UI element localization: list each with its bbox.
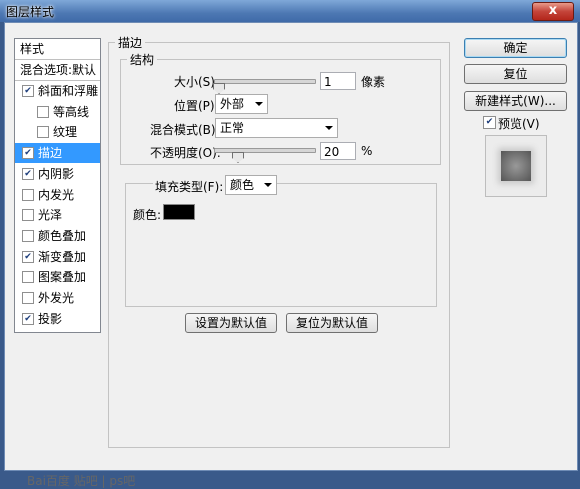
style-item-label: 斜面和浮雕 — [38, 84, 99, 98]
close-button[interactable]: x — [532, 2, 574, 21]
style-item[interactable]: 图案叠加 — [15, 267, 100, 287]
style-item-checkbox[interactable] — [22, 188, 34, 201]
ok-button[interactable]: 确定 — [464, 38, 567, 58]
style-item-label: 投影 — [38, 311, 63, 326]
size-label: 大小(S): — [174, 75, 220, 89]
watermark: Bai百度 贴吧 | ps吧 — [27, 474, 136, 488]
size-unit: 像素 — [361, 75, 386, 89]
chevron-down-icon — [325, 126, 333, 130]
style-item-checkbox[interactable]: ✔ — [22, 312, 34, 325]
style-item[interactable]: 外发光 — [15, 288, 100, 308]
style-item[interactable]: 纹理 — [15, 122, 100, 142]
style-item-label: 渐变叠加 — [38, 249, 87, 264]
style-item[interactable]: ✔ 斜面和浮雕 — [15, 81, 100, 101]
chevron-down-icon — [264, 183, 272, 187]
title-bar: 图层样式 x — [0, 0, 580, 22]
style-item-label: 图案叠加 — [38, 270, 87, 285]
style-item[interactable]: 等高线 — [15, 102, 100, 122]
chevron-down-icon — [255, 102, 263, 106]
style-item-checkbox[interactable] — [22, 271, 34, 284]
size-slider[interactable] — [214, 79, 316, 84]
style-item[interactable]: ✔ 内阴影 — [15, 164, 100, 184]
style-item-checkbox[interactable] — [37, 126, 49, 139]
style-item-label: 光泽 — [38, 208, 63, 223]
style-item-checkbox[interactable]: ✔ — [22, 147, 34, 160]
preview-label: 预览(V) — [498, 117, 540, 131]
reset-button[interactable]: 复位 — [464, 64, 567, 84]
position-select[interactable]: 外部 — [215, 94, 268, 114]
style-item-checkbox[interactable] — [37, 105, 49, 118]
fill-type-group — [125, 183, 437, 307]
fill-type-select[interactable]: 颜色 — [225, 175, 277, 195]
style-item-checkbox[interactable] — [22, 292, 34, 304]
style-item-checkbox[interactable]: ✔ — [22, 167, 34, 180]
style-item[interactable]: 内发光 — [15, 185, 100, 205]
opacity-input[interactable]: 20 — [320, 142, 356, 160]
opacity-label: 不透明度(O): — [150, 146, 221, 160]
style-item-checkbox[interactable] — [22, 229, 34, 242]
stroke-group-title: 描边 — [115, 34, 146, 51]
styles-list: 样式 混合选项:默认 ✔ 斜面和浮雕等高线纹理 ✔ 描边 ✔ 内阴影内发光光泽颜色叠加 ✔ 渐… — [14, 38, 101, 333]
set-default-button[interactable]: 设置为默认值 — [185, 313, 277, 333]
opacity-unit: % — [361, 144, 373, 158]
style-item-label: 内发光 — [38, 187, 75, 202]
new-style-button[interactable]: 新建样式(W)... — [464, 91, 567, 111]
style-item-checkbox[interactable]: ✔ — [22, 250, 34, 263]
style-item[interactable]: 光泽 — [15, 205, 100, 225]
opacity-slider[interactable] — [214, 148, 316, 153]
style-item-checkbox[interactable] — [22, 209, 34, 222]
style-item[interactable]: 颜色叠加 — [15, 226, 100, 246]
stroke-color-swatch[interactable] — [163, 204, 195, 220]
style-item-label: 外发光 — [38, 291, 75, 305]
style-item-label: 颜色叠加 — [38, 228, 87, 243]
blend-mode-label: 混合模式(B): — [150, 123, 220, 137]
style-preview — [485, 135, 547, 197]
style-item-label: 纹理 — [53, 125, 78, 140]
reset-default-button[interactable]: 复位为默认值 — [286, 313, 378, 333]
blend-mode-select[interactable]: 正常 — [215, 118, 338, 138]
preview-swatch — [501, 151, 531, 181]
style-item[interactable]: ✔ 渐变叠加 — [15, 247, 100, 267]
blend-options-item[interactable]: 混合选项:默认 — [15, 60, 100, 81]
style-item-label: 等高线 — [53, 104, 90, 119]
style-item[interactable]: ✔ 描边 — [15, 143, 100, 164]
preview-checkbox[interactable]: ✔ — [483, 116, 496, 129]
style-item-checkbox[interactable]: ✔ — [22, 85, 34, 97]
position-label: 位置(P): — [174, 99, 219, 113]
styles-header[interactable]: 样式 — [15, 39, 100, 60]
dialog-body: 样式 混合选项:默认 ✔ 斜面和浮雕等高线纹理 ✔ 描边 ✔ 内阴影内发光光泽颜色叠加 ✔ 渐… — [4, 22, 578, 488]
window-title: 图层样式 — [6, 5, 55, 19]
color-label: 颜色: — [133, 208, 162, 222]
style-item-label: 描边 — [38, 146, 63, 161]
style-item-label: 内阴影 — [38, 166, 75, 181]
structure-group-title: 结构 — [127, 51, 158, 68]
style-item[interactable]: ✔ 投影 — [15, 309, 100, 329]
fill-type-label: 填充类型(F): — [153, 178, 226, 195]
size-input[interactable]: 1 — [320, 72, 356, 90]
